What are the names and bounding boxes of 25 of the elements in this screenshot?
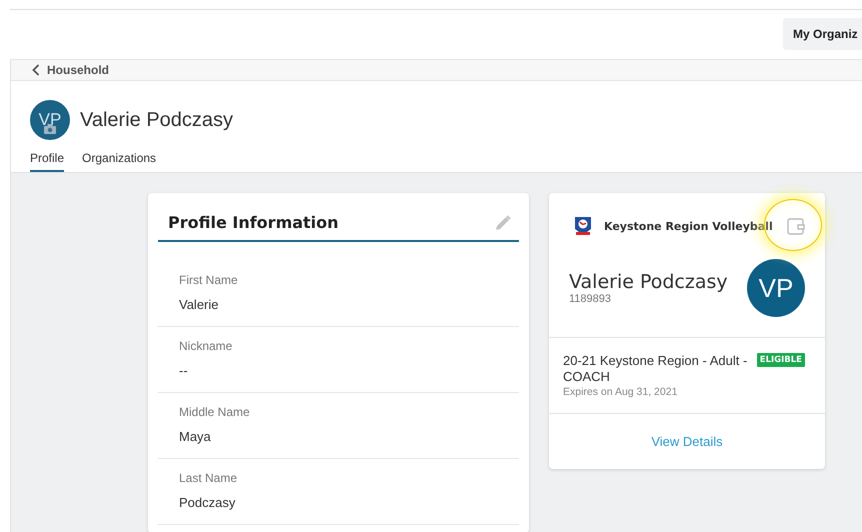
shield-logo-icon xyxy=(573,216,593,236)
member-avatar: VP xyxy=(747,259,805,317)
back-chevron-icon xyxy=(32,64,40,76)
field-value: Maya xyxy=(179,429,212,444)
tab[interactable]: Organizations xyxy=(82,151,156,172)
field-value: -- xyxy=(179,363,189,378)
field-label: Last Name xyxy=(179,471,238,485)
expiry-date: Expires on Aug 31, 2021 xyxy=(563,386,678,398)
profile-avatar: VP xyxy=(30,100,70,140)
membership-title: 20-21 Keystone Region - Adult - COACH xyxy=(563,353,748,385)
member-id: 1189893 xyxy=(569,293,612,305)
wallet-icon[interactable] xyxy=(787,218,805,234)
profile-name: Valerie Podczasy xyxy=(80,108,234,132)
field-label: Nickname xyxy=(179,339,234,353)
edit-icon[interactable] xyxy=(495,214,511,230)
field-label: First Name xyxy=(179,273,239,287)
field-value: Valerie xyxy=(179,297,220,312)
field-label: Middle Name xyxy=(179,405,251,419)
status-badge: ELIGIBLE xyxy=(756,353,805,367)
member-name: Valerie Podczasy xyxy=(569,271,728,293)
back-link[interactable]: Household xyxy=(32,63,109,77)
field-value: Podczasy xyxy=(179,495,236,510)
camera-icon[interactable] xyxy=(44,124,56,134)
card-title: Profile Information xyxy=(168,213,339,232)
my-organizations-button[interactable]: My Organiz xyxy=(783,18,862,50)
